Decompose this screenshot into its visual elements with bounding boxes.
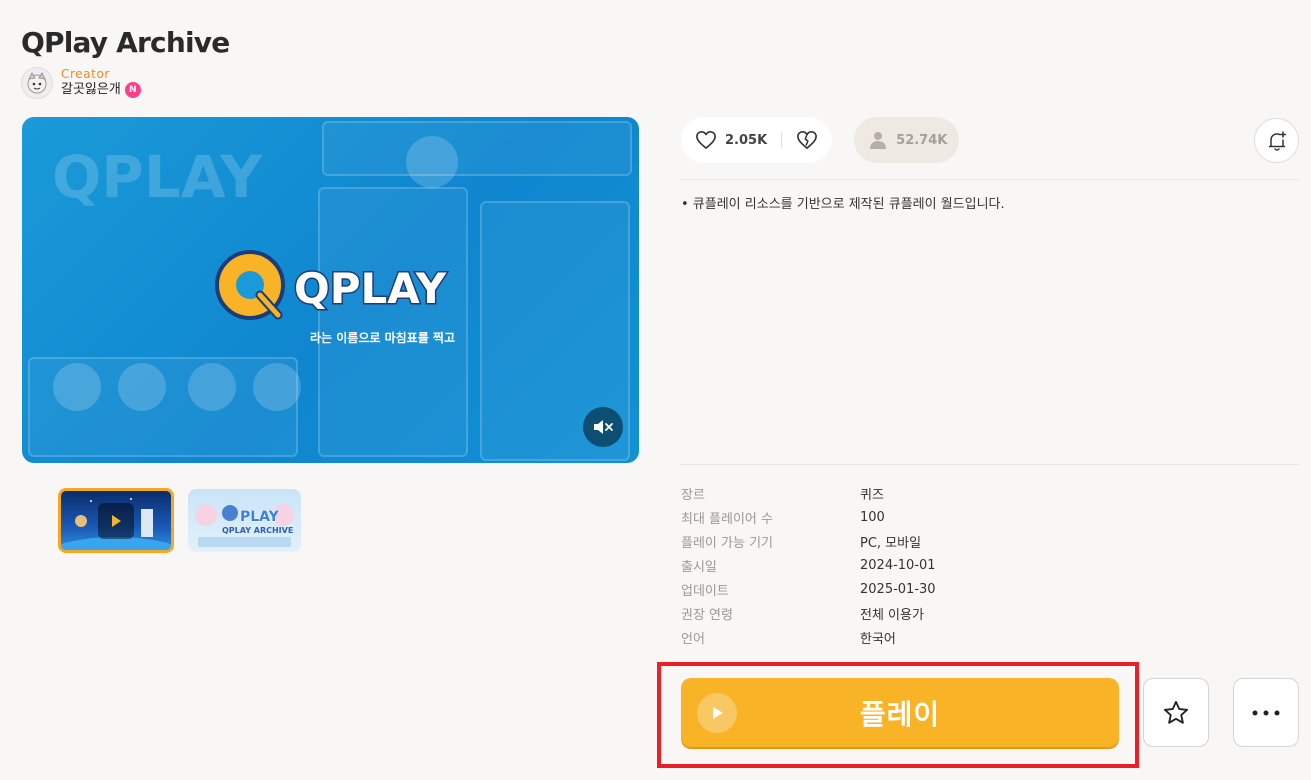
player-count-pill: 52.74K (854, 117, 960, 163)
svg-text:PLAY: PLAY (240, 509, 280, 525)
notification-button[interactable] (1254, 118, 1299, 163)
like-button[interactable]: 2.05K (695, 130, 767, 150)
more-options-button[interactable] (1233, 678, 1299, 747)
info-key: 출시일 (681, 559, 717, 575)
play-icon (697, 692, 737, 733)
heart-icon (696, 131, 716, 149)
info-key: 최대 플레이어 수 (681, 511, 773, 527)
info-row: 플레이 가능 기기 PC, 모바일 (681, 529, 936, 553)
thumbnail-art: PLAY QPLAY ARCHIVE (195, 504, 294, 547)
play-button-label: 플레이 (859, 697, 941, 731)
play-icon (98, 502, 134, 539)
page-title: QPlay Archive (21, 26, 230, 59)
divider (680, 179, 1299, 180)
info-key: 권장 연령 (681, 607, 733, 623)
info-value: 퀴즈 (860, 487, 884, 503)
star-icon (1163, 700, 1189, 724)
info-row: 최대 플레이어 수 100 (681, 505, 936, 529)
svg-text:QPLAY: QPLAY (52, 143, 263, 211)
mute-icon (594, 420, 613, 434)
video-thumbnail[interactable] (58, 488, 174, 553)
info-key: 플레이 가능 기기 (681, 535, 773, 551)
info-key: 장르 (681, 487, 705, 503)
info-row: 장르 퀴즈 (681, 481, 936, 505)
info-value: 2025-01-30 (860, 581, 936, 597)
game-info-table: 장르 퀴즈 최대 플레이어 수 100 플레이 가능 기기 PC, 모바일 출시… (681, 481, 936, 649)
stats-bar: 2.05K 52.74K (681, 117, 960, 163)
info-row: 권장 연령 전체 이용가 (681, 601, 936, 625)
qplay-logo: QPLAY (215, 250, 448, 320)
creator-name[interactable]: 갈곳잃은개 (61, 81, 121, 99)
info-key: 업데이트 (681, 583, 729, 599)
game-description: • 큐플레이 리소스를 기반으로 제작된 큐플레이 월드입니다. (681, 197, 1005, 212)
info-row: 언어 한국어 (681, 625, 936, 649)
creator-label: Creator (61, 67, 110, 81)
media-viewer[interactable]: QPLAY QPLAY 라는 이름으로 마침표를 찍고 (22, 117, 639, 463)
player-count: 52.74K (896, 132, 948, 148)
creator-avatar[interactable] (21, 67, 53, 99)
media-caption: 라는 이름으로 마침표를 찍고 (310, 331, 456, 345)
user-icon (870, 132, 887, 149)
broken-heart-icon (797, 131, 818, 149)
creator-info[interactable]: Creator 갈곳잃은개 N (21, 67, 141, 99)
thumbnail-strip: PLAY QPLAY ARCHIVE (58, 488, 301, 553)
info-key: 언어 (681, 631, 705, 647)
info-row: 업데이트 2025-01-30 (681, 577, 936, 601)
like-count: 2.05K (725, 132, 768, 148)
reaction-pill: 2.05K (681, 117, 833, 163)
more-icon (1252, 710, 1280, 715)
info-row: 출시일 2024-10-01 (681, 553, 936, 577)
dislike-button[interactable] (796, 130, 818, 150)
favorite-button[interactable] (1143, 678, 1209, 747)
new-badge: N (124, 82, 141, 98)
thumbnail-text: QPLAY ARCHIVE (222, 526, 293, 535)
image-thumbnail[interactable]: PLAY QPLAY ARCHIVE (188, 489, 301, 552)
divider (680, 464, 1299, 465)
logo-text: QPLAY (294, 264, 447, 313)
info-value: 전체 이용가 (860, 607, 924, 623)
bell-plus-icon (1268, 130, 1286, 151)
info-value: 2024-10-01 (860, 557, 936, 573)
info-value: 한국어 (860, 631, 896, 647)
play-button[interactable]: 플레이 (681, 678, 1119, 747)
info-value: 100 (860, 509, 885, 525)
info-value: PC, 모바일 (860, 535, 922, 551)
mute-button[interactable] (583, 407, 623, 447)
divider (781, 132, 783, 148)
